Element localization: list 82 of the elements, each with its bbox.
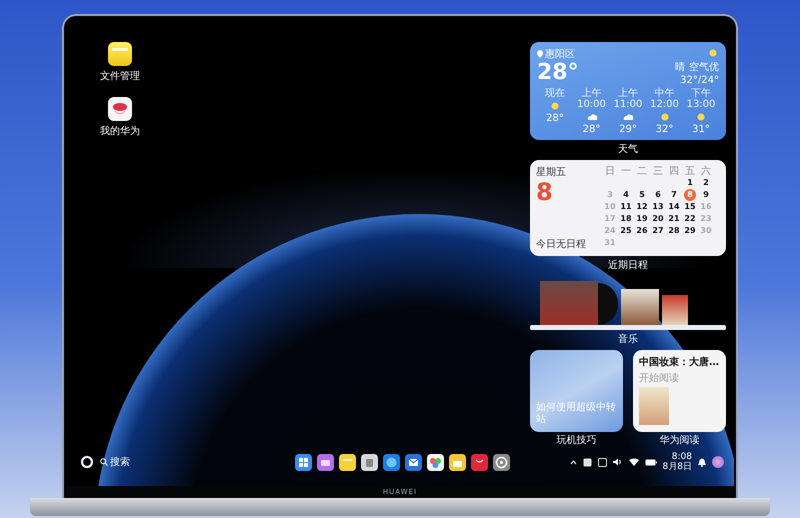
weekday-header: 五 xyxy=(685,165,695,178)
weather-condition: 晴 xyxy=(675,60,685,74)
calendar-day[interactable]: 25 xyxy=(620,225,632,237)
app-label[interactable]: 我的华为 xyxy=(100,124,140,138)
book-cover xyxy=(639,387,669,425)
weekday-header: 二 xyxy=(637,165,647,178)
calendar-widget[interactable]: 星期五 8 今日无日程 日 一 二 三 四 五 六 1 2 3 4 5 6 7 8 9 10 11 12 13 14 15 16 17 18 19 20 21 22 23 24 25 26 27 28 29 30 31 xyxy=(530,160,726,256)
weekday-header: 三 xyxy=(653,165,663,178)
assistant-icon[interactable] xyxy=(80,455,94,469)
agenda-text: 今日无日程 xyxy=(536,238,587,251)
clock-button[interactable]: 8:08 8月8日 xyxy=(662,452,692,472)
calendar-day[interactable]: 29 xyxy=(684,225,696,237)
widget-label: 近期日程 xyxy=(607,260,649,272)
weekday-header: 六 xyxy=(701,164,711,178)
air-quality: 空气优 xyxy=(689,60,719,74)
forecast-time: 上午11:00 xyxy=(612,88,644,110)
volume-icon[interactable] xyxy=(612,458,623,466)
current-temperature: 28° xyxy=(537,61,579,85)
weather-widget[interactable]: 惠阳区 28° 晴 空气优 32°/24° 现在 28° 上午10:00 28° 上午11:00 29° 中午12:00 32° 下午13:00 31° xyxy=(530,42,726,140)
forecast-time: 上午10:00 xyxy=(576,88,607,110)
forecast-time: 下午13:00 xyxy=(686,88,716,110)
calendar-day[interactable]: 5 xyxy=(636,189,648,201)
album-cover[interactable] xyxy=(662,295,688,325)
calendar-day[interactable]: 9 xyxy=(700,189,712,201)
app-label[interactable]: 文件管理 xyxy=(100,69,140,83)
clock-date: 8月8日 xyxy=(662,462,692,472)
widget-label: 音乐 xyxy=(617,334,639,346)
calendar-day[interactable]: 27 xyxy=(652,225,664,237)
cloud-icon xyxy=(586,111,598,123)
album-cover[interactable] xyxy=(621,289,659,325)
calendar-day[interactable]: 28 xyxy=(668,225,680,237)
calendar-day[interactable]: 22 xyxy=(684,213,696,225)
calendar-day[interactable]: 1 xyxy=(684,177,696,189)
sun-icon xyxy=(549,100,561,112)
calendar-day[interactable]: 14 xyxy=(668,201,680,213)
cloud-icon xyxy=(622,111,634,123)
widget-label: 天气 xyxy=(617,144,639,156)
file-manager-icon[interactable] xyxy=(108,42,132,66)
app-icon[interactable] xyxy=(108,97,132,121)
forecast-time: 现在 xyxy=(545,88,565,99)
calendar-day[interactable]: 26 xyxy=(636,225,648,237)
sun-icon xyxy=(658,111,670,123)
chevron-up-icon[interactable] xyxy=(570,460,577,464)
forecast-temperature: 32° xyxy=(656,124,674,135)
weekday-header: 四 xyxy=(669,165,679,178)
date-number: 8 xyxy=(536,179,554,205)
calendar-day[interactable]: 2 xyxy=(700,177,712,189)
forecast-temperature: 31° xyxy=(692,124,710,135)
temperature-range: 32°/24° xyxy=(680,75,719,86)
book-title: 中国妆束：大唐… xyxy=(639,355,720,369)
search-icon xyxy=(100,458,108,466)
forecast-time: 中午12:00 xyxy=(649,88,680,110)
calendar-day[interactable]: 21 xyxy=(668,213,680,225)
weekday-header: 一 xyxy=(621,165,631,178)
location-icon xyxy=(537,50,543,58)
location-name: 惠阳区 xyxy=(545,48,575,61)
calendar-day[interactable]: 4 xyxy=(620,189,632,201)
wifi-icon[interactable] xyxy=(628,458,639,466)
forecast-temperature: 28° xyxy=(546,113,564,124)
calendar-day[interactable]: 20 xyxy=(652,213,664,225)
weekday-header: 日 xyxy=(605,165,615,178)
widget-label: 玩机技巧 xyxy=(556,435,598,447)
clock-time: 8:08 xyxy=(672,452,692,462)
calendar-day[interactable]: 18 xyxy=(620,213,632,225)
forecast-temperature: 29° xyxy=(619,124,637,135)
search-button[interactable]: 搜索 xyxy=(100,455,130,469)
reading-subtitle: 开始阅读 xyxy=(639,372,680,385)
calendar-day[interactable]: 12 xyxy=(636,201,648,213)
tips-caption: 如何使用超级中转站 xyxy=(536,402,617,426)
weekday-label: 星期五 xyxy=(536,166,567,179)
calendar-day[interactable]: 7 xyxy=(668,189,680,201)
calendar-day[interactable]: 6 xyxy=(652,189,664,201)
forecast-temperature: 28° xyxy=(582,124,600,135)
calendar-day[interactable]: 11 xyxy=(620,201,632,213)
calendar-day[interactable]: 19 xyxy=(636,213,648,225)
widget-label: 华为阅读 xyxy=(658,435,700,447)
bell-icon[interactable] xyxy=(698,458,706,466)
reading-widget[interactable]: 中国妆束：大唐… 开始阅读 xyxy=(633,350,726,432)
calendar-day[interactable]: 15 xyxy=(684,201,696,213)
sun-icon xyxy=(707,47,719,59)
sun-icon xyxy=(695,111,707,123)
calendar-day[interactable]: 13 xyxy=(652,201,664,213)
